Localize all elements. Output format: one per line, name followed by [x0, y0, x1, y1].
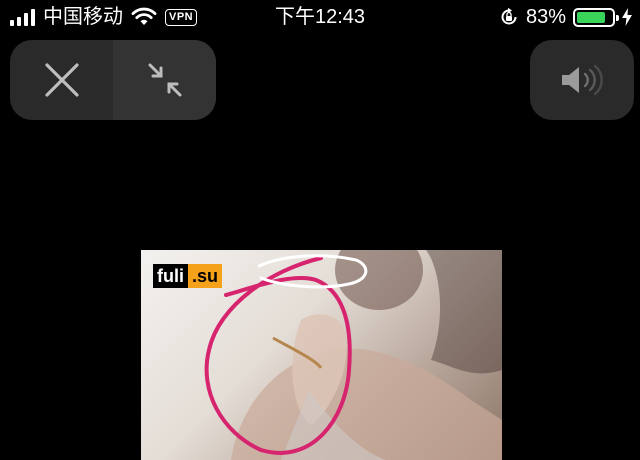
video-frame[interactable]: fuli .su: [141, 250, 502, 460]
watermark-text-part2: .su: [188, 264, 223, 288]
battery-nub: [616, 14, 619, 21]
orientation-lock-icon: [501, 7, 517, 25]
battery-icon: [573, 7, 619, 27]
collapse-arrows-icon: [148, 63, 181, 97]
status-bar-right: 83%: [499, 6, 632, 28]
volume-button[interactable]: [530, 40, 634, 120]
charging-bolt-icon: [622, 8, 632, 26]
close-button[interactable]: [10, 40, 113, 120]
watermark-text-part1: fuli: [153, 264, 188, 288]
watermark-logo: fuli .su: [153, 264, 223, 288]
speaker-icon: [562, 64, 603, 96]
close-icon: [44, 63, 79, 97]
exit-fullscreen-button[interactable]: [113, 40, 216, 120]
status-bar: 中国移动 VPN 下午12:43 83%: [0, 0, 640, 36]
battery-fill: [577, 11, 605, 23]
battery-percentage: 83%: [525, 6, 566, 28]
video-control-group: [10, 40, 216, 120]
